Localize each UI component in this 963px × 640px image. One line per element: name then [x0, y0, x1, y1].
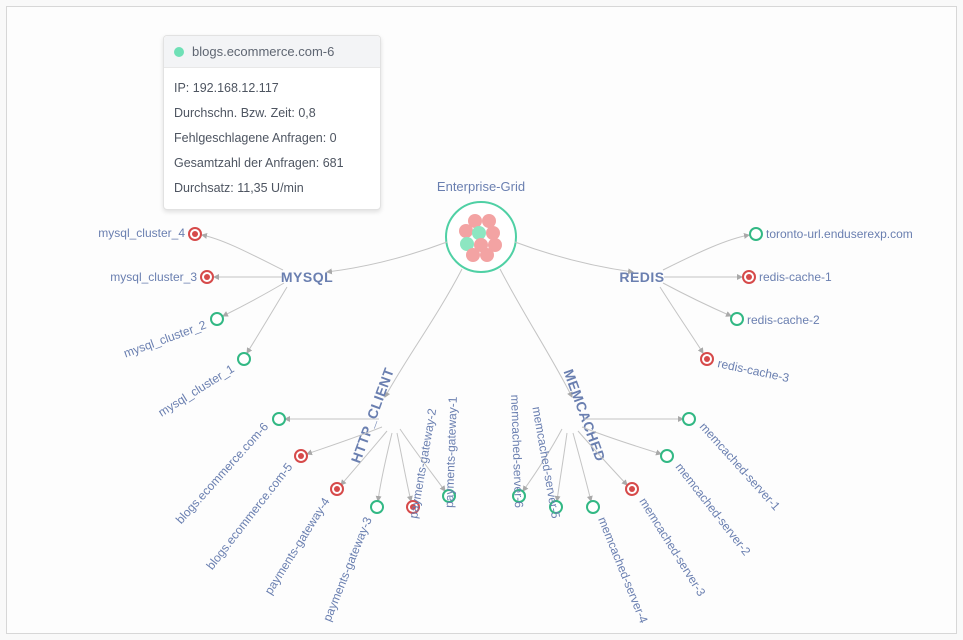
node-mem-2[interactable]: [587, 501, 599, 513]
category-redis[interactable]: REDIS: [619, 269, 664, 285]
status-dot-icon: [174, 47, 184, 57]
label-mem-2: memcached-server-4: [595, 515, 651, 626]
label-mem-0: memcached-server-6: [508, 394, 526, 508]
label-redis-0: toronto-url.enduserexp.com: [766, 227, 913, 241]
label-redis-2: redis-cache-2: [747, 313, 820, 327]
label-redis-3: redis-cache-3: [716, 356, 790, 385]
edge-mysql-2: [223, 283, 284, 316]
label-mysql-0: mysql_cluster_4: [98, 226, 185, 240]
tooltip-throughput: Durchsatz: 11,35 U/min: [174, 176, 370, 201]
edge-http-3: [378, 433, 392, 501]
label-http-5: payments-gateway-1: [442, 396, 460, 508]
label-http-2: payments-gateway-4: [262, 495, 333, 597]
tooltip-title: blogs.ecommerce.com-6: [192, 44, 334, 59]
label-redis-1: redis-cache-1: [759, 270, 832, 284]
node-tooltip: blogs.ecommerce.com-6 IP: 192.168.12.117…: [163, 35, 381, 210]
center-label: Enterprise-Grid: [437, 179, 525, 194]
edge-center-redis: [515, 242, 633, 272]
tooltip-failed: Fehlgeschlagene Anfragen: 0: [174, 126, 370, 151]
node-mysql-2[interactable]: [211, 313, 223, 325]
node-http-0[interactable]: [273, 413, 285, 425]
label-mem-3: memcached-server-3: [636, 495, 708, 599]
node-mem-4[interactable]: [661, 450, 673, 462]
category-http[interactable]: HTTP_CLIENT: [348, 365, 397, 465]
edge-mysql-0: [202, 235, 283, 270]
label-mysql-3: mysql_cluster_1: [156, 361, 237, 419]
node-http-3[interactable]: [371, 501, 383, 513]
branch-http: blogs.ecommerce.com-6 blogs.ecommerce.co…: [173, 396, 460, 623]
tooltip-avg: Durchschn. Bzw. Zeit: 0,8: [174, 101, 370, 126]
branch-redis: toronto-url.enduserexp.com redis-cache-1…: [660, 227, 913, 385]
branch-memcache: memcached-server-6 memcached-server-5 me…: [508, 394, 783, 625]
edge-center-http: [385, 269, 462, 397]
edge-redis-2: [663, 283, 731, 316]
edge-redis-0: [663, 235, 749, 270]
edge-redis-3: [660, 287, 703, 353]
node-redis-0[interactable]: [750, 228, 762, 240]
edge-center-mysql: [327, 242, 447, 272]
branch-mysql: mysql_cluster_4 mysql_cluster_3 mysql_cl…: [98, 226, 287, 419]
edge-center-memcache: [500, 269, 572, 397]
category-memcache[interactable]: MEMCACHED: [561, 367, 609, 464]
label-http-3: payments-gateway-3: [320, 515, 375, 624]
label-http-4: payments-gateway-2: [406, 407, 439, 519]
label-mem-1: memcached-server-5: [529, 405, 563, 519]
label-mysql-2: mysql_cluster_2: [122, 318, 209, 361]
tooltip-ip: IP: 192.168.12.117: [174, 76, 370, 101]
label-mysql-1: mysql_cluster_3: [110, 270, 197, 284]
node-redis-2[interactable]: [731, 313, 743, 325]
node-mem-5[interactable]: [683, 413, 695, 425]
category-mysql[interactable]: MYSQL: [281, 269, 333, 285]
edge-mysql-3: [247, 287, 287, 353]
edge-http-4: [397, 433, 411, 501]
tooltip-total: Gesamtzahl der Anfragen: 681: [174, 151, 370, 176]
node-mysql-3[interactable]: [238, 353, 250, 365]
center-cluster[interactable]: [446, 202, 516, 272]
